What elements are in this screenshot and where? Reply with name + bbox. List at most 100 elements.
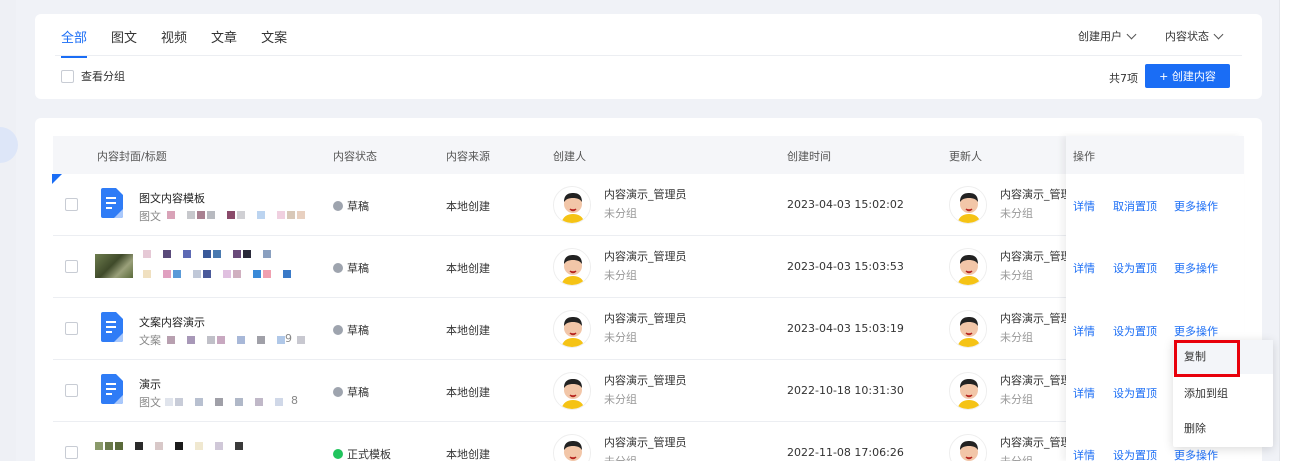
detail-link[interactable]: 详情: [1073, 198, 1095, 214]
avatar: [949, 310, 987, 348]
blurred-text: [95, 442, 243, 450]
content-type-tabs: 全部 图文 视频 文章 文案: [61, 27, 311, 58]
content-subtitle-tail: 9: [285, 332, 292, 345]
column-header-source: 内容来源: [446, 150, 490, 163]
updater-name: 内容演示_管理员: [1000, 188, 1066, 201]
tab-all[interactable]: 全部: [61, 27, 88, 58]
row-checkbox[interactable]: [65, 384, 78, 397]
avatar: [553, 310, 591, 348]
updater-group: 未分组: [1000, 453, 1033, 461]
draft-status-dot: [333, 263, 343, 273]
tab-image-text[interactable]: 图文: [111, 27, 137, 58]
content-subtitle-tail: 8: [291, 394, 298, 407]
status-filter-label: 内容状态: [1165, 30, 1209, 43]
creator-name: 内容演示_管理员: [604, 250, 687, 263]
content-title[interactable]: 演示: [139, 376, 161, 392]
row-checkbox[interactable]: [65, 260, 78, 273]
menu-item-delete[interactable]: 删除: [1173, 412, 1273, 446]
creator-group: 未分组: [604, 453, 637, 461]
column-header-updater: 更新人: [949, 150, 982, 163]
source-text: 本地创建: [446, 262, 490, 275]
document-icon: [101, 312, 123, 342]
filter-card: 全部 图文 视频 文章 文案 创建用户 内容状态 查看分组 共7项 + 创建内容: [35, 14, 1262, 99]
content-title[interactable]: 文案内容演示: [139, 314, 205, 330]
detail-link[interactable]: 详情: [1073, 385, 1095, 401]
status-badge: 草稿: [333, 384, 369, 400]
detail-link[interactable]: 详情: [1073, 447, 1095, 461]
detail-link[interactable]: 详情: [1073, 260, 1095, 276]
published-status-dot: [333, 449, 343, 459]
creator-name: 内容演示_管理员: [604, 312, 687, 325]
source-text: 本地创建: [446, 324, 490, 337]
blurred-text: [143, 270, 291, 278]
status-text: 正式模板: [347, 448, 391, 461]
status-filter-dropdown[interactable]: 内容状态: [1165, 28, 1224, 44]
pin-link[interactable]: 设为置顶: [1113, 447, 1157, 461]
status-text: 草稿: [347, 262, 369, 275]
status-badge: 正式模板: [333, 446, 391, 461]
view-group-label: 查看分组: [81, 70, 125, 83]
source-text: 本地创建: [446, 200, 490, 213]
avatar: [949, 186, 987, 224]
status-badge: 草稿: [333, 198, 369, 214]
tab-copywriting[interactable]: 文案: [261, 27, 287, 58]
creator-filter-dropdown[interactable]: 创建用户: [1078, 28, 1137, 44]
status-badge: 草稿: [333, 260, 369, 276]
creator-group: 未分组: [604, 269, 637, 282]
create-time: 2023-04-03 15:03:19: [787, 322, 904, 335]
updater-name: 内容演示_管理员: [1000, 250, 1066, 263]
annotation-highlight-box: [1174, 340, 1240, 377]
avatar: [949, 434, 987, 461]
updater-group: 未分组: [1000, 207, 1033, 220]
tab-video[interactable]: 视频: [161, 27, 187, 58]
status-text: 草稿: [347, 386, 369, 399]
blurred-text: [167, 336, 315, 344]
creator-group: 未分组: [604, 393, 637, 406]
total-count: 共7项: [1109, 72, 1138, 85]
more-actions-link[interactable]: 更多操作: [1174, 260, 1218, 276]
row-checkbox[interactable]: [65, 322, 78, 335]
document-icon: [101, 374, 123, 404]
tab-divider: [55, 55, 1242, 56]
creator-group: 未分组: [604, 207, 637, 220]
creator-group: 未分组: [604, 331, 637, 344]
right-scrollbar[interactable]: [1279, 0, 1289, 461]
left-sidebar-edge: [0, 0, 16, 461]
pin-link[interactable]: 设为置顶: [1113, 323, 1157, 339]
avatar: [553, 434, 591, 461]
chevron-down-icon: [1126, 29, 1137, 39]
column-header-cover-title: 内容封面/标题: [97, 150, 167, 163]
row-checkbox[interactable]: [65, 198, 78, 211]
updater-group: 未分组: [1000, 269, 1033, 282]
source-text: 本地创建: [446, 448, 490, 461]
status-text: 草稿: [347, 200, 369, 213]
more-actions-link[interactable]: 更多操作: [1174, 447, 1218, 461]
content-title[interactable]: 图文内容模板: [139, 190, 205, 206]
updater-group: 未分组: [1000, 393, 1033, 406]
draft-status-dot: [333, 201, 343, 211]
create-time: 2023-04-03 15:03:53: [787, 260, 904, 273]
more-actions-link[interactable]: 更多操作: [1174, 198, 1218, 214]
create-time: 2022-11-08 17:06:26: [787, 446, 904, 459]
content-subtitle: 文案: [139, 334, 161, 347]
unpin-link[interactable]: 取消置顶: [1113, 198, 1157, 214]
avatar: [949, 248, 987, 286]
creator-name: 内容演示_管理员: [604, 374, 687, 387]
tab-article[interactable]: 文章: [211, 27, 237, 58]
blurred-text: [165, 398, 293, 406]
menu-item-add-to-group[interactable]: 添加到组: [1173, 377, 1273, 411]
view-group-toggle[interactable]: 查看分组: [61, 68, 125, 84]
draft-status-dot: [333, 325, 343, 335]
blurred-text: [167, 211, 305, 219]
view-group-checkbox[interactable]: [61, 69, 74, 83]
pin-link[interactable]: 设为置顶: [1113, 260, 1157, 276]
updater-name: 内容演示_管理员: [1000, 436, 1066, 449]
document-icon: [101, 188, 123, 218]
more-actions-link[interactable]: 更多操作: [1174, 323, 1218, 339]
row-checkbox[interactable]: [65, 446, 78, 459]
detail-link[interactable]: 详情: [1073, 323, 1095, 339]
source-text: 本地创建: [446, 386, 490, 399]
draft-status-dot: [333, 387, 343, 397]
pin-link[interactable]: 设为置顶: [1113, 385, 1157, 401]
create-content-button[interactable]: + 创建内容: [1145, 64, 1230, 88]
